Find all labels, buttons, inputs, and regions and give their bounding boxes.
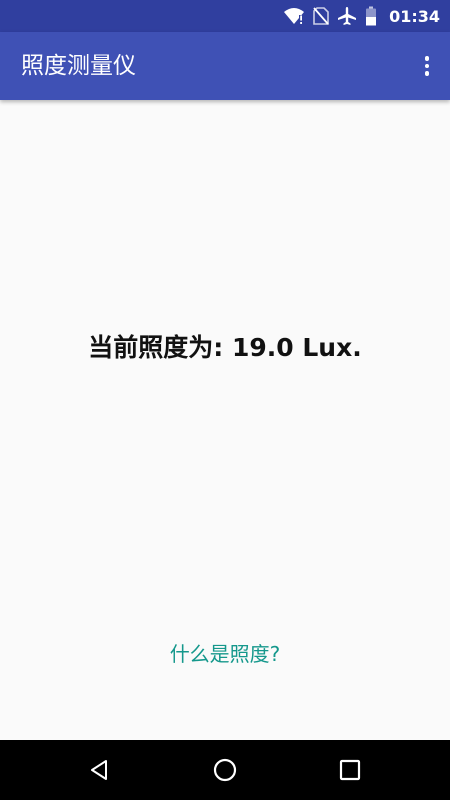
recents-button[interactable] — [310, 740, 390, 800]
more-options-button[interactable] — [418, 52, 436, 80]
back-icon — [91, 760, 107, 780]
status-time: 01:34 — [389, 6, 440, 26]
app-bar: 照度测量仪 — [0, 32, 450, 100]
wifi-alert-icon — [283, 7, 305, 25]
home-icon — [213, 758, 237, 782]
navigation-bar — [0, 740, 450, 800]
main-content: 当前照度为: 19.0 Lux. 什么是照度? — [0, 100, 450, 740]
more-vert-icon-dot — [424, 63, 430, 69]
recents-icon — [339, 759, 361, 781]
home-button[interactable] — [185, 740, 265, 800]
status-icons: 01:34 — [283, 0, 440, 32]
back-button[interactable] — [60, 740, 140, 800]
app-title: 照度测量仪 — [21, 53, 136, 79]
what-is-illuminance-link[interactable]: 什么是照度? — [0, 638, 450, 667]
no-sim-icon — [313, 7, 329, 25]
airplane-mode-icon — [337, 6, 357, 26]
more-vert-icon-dot — [424, 71, 430, 76]
battery-icon — [365, 6, 377, 26]
illuminance-reading: 当前照度为: 19.0 Lux. — [88, 333, 362, 362]
more-vert-icon — [424, 56, 430, 61]
status-bar: 01:34 — [0, 0, 450, 32]
